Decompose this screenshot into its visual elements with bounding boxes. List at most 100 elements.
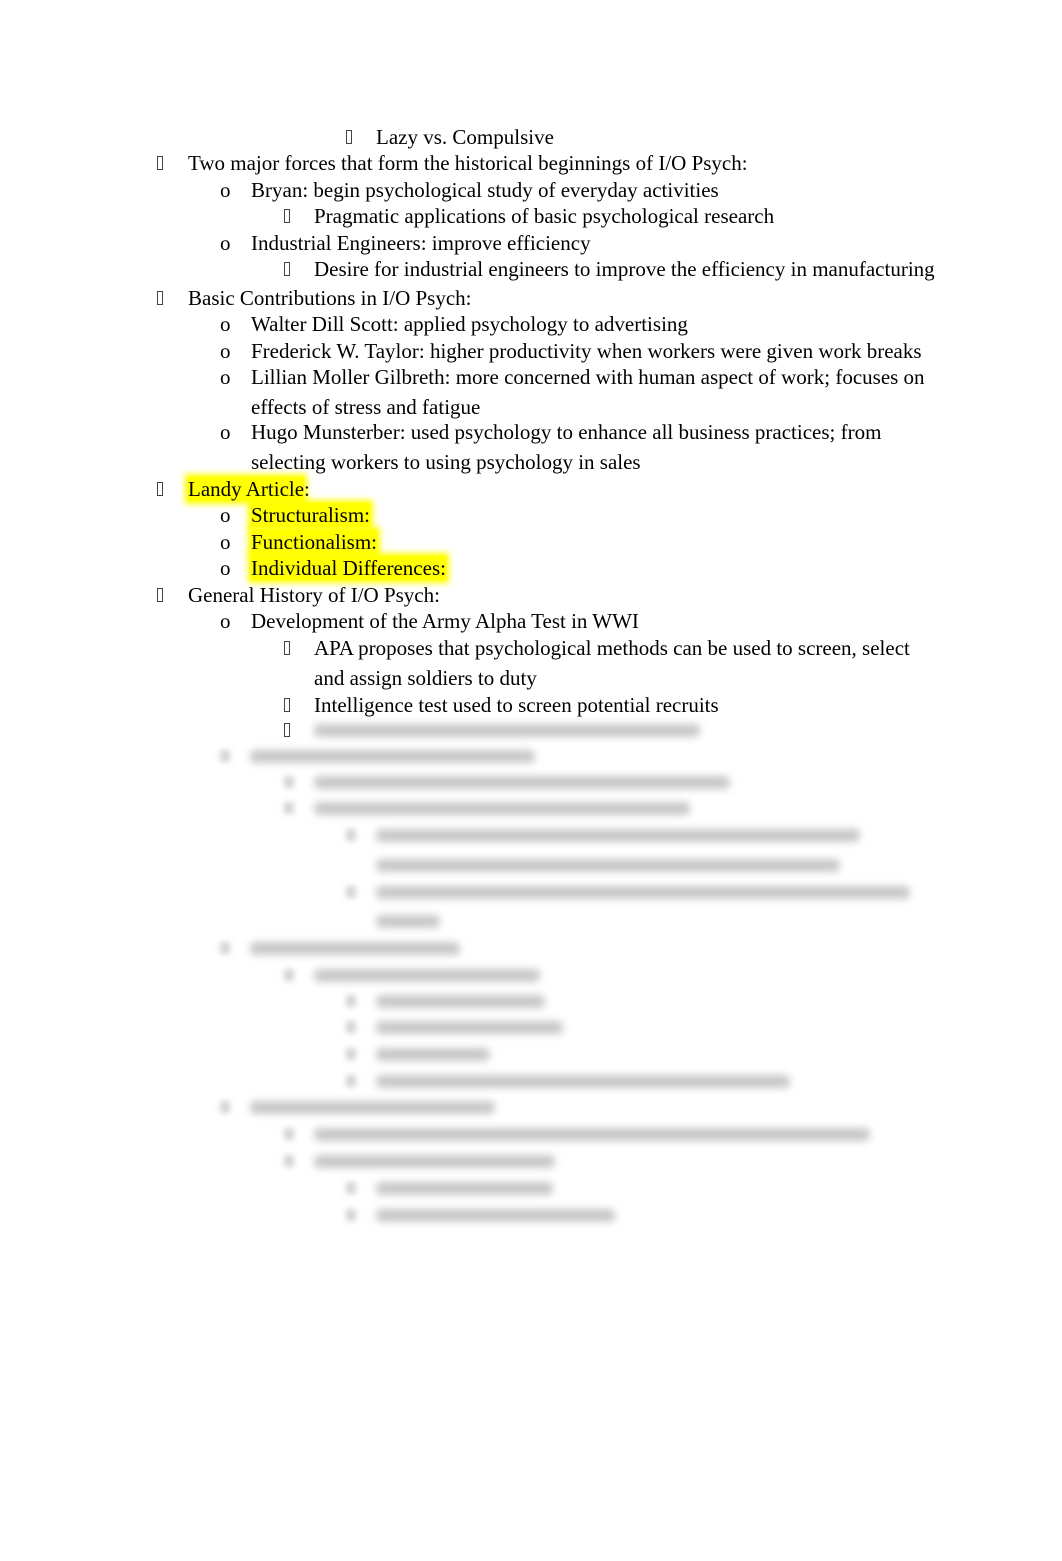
text: Industrial Engineers: improve efficiency xyxy=(251,231,591,255)
text: General History of I/O Psych: xyxy=(188,583,440,607)
blurred-text xyxy=(250,942,460,955)
text: Walter Dill Scott: applied psychology to… xyxy=(251,312,688,336)
suffix: : xyxy=(304,477,310,501)
text: effects of stress and fatigue xyxy=(251,395,481,419)
blurred-text xyxy=(314,724,700,737)
list-item-text: Functionalism: xyxy=(251,529,377,555)
blurred-text xyxy=(314,1128,870,1141)
blurred-bullet-icon xyxy=(220,750,230,762)
blurred-text xyxy=(376,829,860,842)
text: Basic Contributions in I/O Psych: xyxy=(188,286,472,310)
list-item-text: Development of the Army Alpha Test in WW… xyxy=(251,608,639,634)
bullet-square-icon xyxy=(284,262,290,276)
list-item-text: APA proposes that psychological methods … xyxy=(314,635,910,661)
blurred-bullet-icon xyxy=(346,1048,356,1060)
blurred-bullet-icon xyxy=(284,802,294,814)
bullet-square-icon xyxy=(284,723,290,737)
bullet-o-icon: o xyxy=(220,339,231,363)
text: Desire for industrial engineers to impro… xyxy=(314,257,935,281)
highlighted-text: Structuralism: xyxy=(251,503,370,527)
blurred-bullet-icon xyxy=(346,1182,356,1194)
blurred-bullet-icon xyxy=(346,995,356,1007)
bullet-square-icon xyxy=(157,588,163,602)
blurred-text xyxy=(314,776,730,789)
blurred-text xyxy=(376,915,440,928)
list-item-text: Individual Differences: xyxy=(251,555,446,581)
bullet-square-icon xyxy=(284,209,290,223)
highlighted-text: Functionalism: xyxy=(251,530,377,554)
list-item-text: and assign soldiers to duty xyxy=(314,665,537,691)
text: Intelligence test used to screen potenti… xyxy=(314,693,719,717)
text: APA proposes that psychological methods … xyxy=(314,636,910,660)
blurred-text xyxy=(376,1048,490,1061)
text: Lillian Moller Gilbreth: more concerned … xyxy=(251,365,925,389)
bullet-square-icon xyxy=(157,291,163,305)
list-item-text: Basic Contributions in I/O Psych: xyxy=(188,285,472,311)
list-item-text: Landy Article: xyxy=(188,476,310,502)
list-item-text: Desire for industrial engineers to impro… xyxy=(314,256,935,282)
text: Development of the Army Alpha Test in WW… xyxy=(251,609,639,633)
blurred-bullet-icon xyxy=(346,1209,356,1221)
text: Pragmatic applications of basic psycholo… xyxy=(314,204,775,228)
blurred-text xyxy=(250,1101,495,1114)
text: selecting workers to using psychology in… xyxy=(251,450,641,474)
text: Frederick W. Taylor: higher productivity… xyxy=(251,339,922,363)
text: Hugo Munsterber: used psychology to enha… xyxy=(251,420,882,444)
list-item-text: Two major forces that form the historica… xyxy=(188,150,748,176)
blurred-text xyxy=(376,1209,615,1222)
list-item-text: General History of I/O Psych: xyxy=(188,582,440,608)
bullet-o-icon: o xyxy=(220,530,231,554)
blurred-bullet-icon xyxy=(284,1155,294,1167)
bullet-o-icon: o xyxy=(220,556,231,580)
bullet-square-icon xyxy=(284,698,290,712)
bullet-square-icon xyxy=(346,130,352,144)
list-item-text: Frederick W. Taylor: higher productivity… xyxy=(251,338,922,364)
list-item-text: Bryan: begin psychological study of ever… xyxy=(251,177,719,203)
list-item-text: Pragmatic applications of basic psycholo… xyxy=(314,203,774,229)
bullet-o-icon: o xyxy=(220,231,231,255)
list-item-text: effects of stress and fatigue xyxy=(251,394,480,420)
text: and assign soldiers to duty xyxy=(314,666,537,690)
list-item-text: Lillian Moller Gilbreth: more concerned … xyxy=(251,364,925,390)
blurred-bullet-icon xyxy=(284,1128,294,1140)
list-item-text: Structuralism: xyxy=(251,502,370,528)
bullet-o-icon: o xyxy=(220,503,231,527)
blurred-text xyxy=(376,1075,790,1088)
list-item-text: Lazy vs. Compulsive xyxy=(376,124,554,150)
bullet-o-icon: o xyxy=(220,312,231,336)
blurred-text xyxy=(376,995,545,1008)
bullet-o-icon: o xyxy=(220,365,231,389)
blurred-bullet-icon xyxy=(346,829,356,841)
blurred-bullet-icon xyxy=(220,942,230,954)
list-item-text: Hugo Munsterber: used psychology to enha… xyxy=(251,419,881,445)
bullet-o-icon: o xyxy=(220,178,231,202)
bullet-square-icon xyxy=(157,156,163,170)
bullet-o-icon: o xyxy=(220,420,231,444)
text: Two major forces that form the historica… xyxy=(188,151,748,175)
blurred-text xyxy=(376,1021,563,1034)
text: Bryan: begin psychological study of ever… xyxy=(251,178,719,202)
blurred-bullet-icon xyxy=(346,1021,356,1033)
bullet-o-icon: o xyxy=(220,609,231,633)
blurred-text xyxy=(376,859,840,872)
list-item-text: selecting workers to using psychology in… xyxy=(251,449,641,475)
blurred-text xyxy=(314,969,540,982)
list-item-text: Intelligence test used to screen potenti… xyxy=(314,692,719,718)
list-item-text: Walter Dill Scott: applied psychology to… xyxy=(251,311,688,337)
bullet-square-icon xyxy=(284,641,290,655)
blurred-bullet-icon xyxy=(220,1101,230,1113)
blurred-text xyxy=(250,750,535,763)
blurred-bullet-icon xyxy=(346,1075,356,1087)
blurred-bullet-icon xyxy=(284,969,294,981)
highlighted-text: Individual Differences: xyxy=(251,556,446,580)
text: Lazy vs. Compulsive xyxy=(376,125,554,149)
blurred-bullet-icon xyxy=(346,886,356,898)
blurred-bullet-icon xyxy=(284,776,294,788)
blurred-text xyxy=(314,1155,555,1168)
blurred-text xyxy=(376,886,910,899)
bullet-square-icon xyxy=(157,482,163,496)
blurred-text xyxy=(314,802,690,815)
list-item-text: Industrial Engineers: improve efficiency xyxy=(251,230,591,256)
blurred-text xyxy=(376,1182,553,1195)
highlighted-text: Landy Article xyxy=(188,477,305,501)
